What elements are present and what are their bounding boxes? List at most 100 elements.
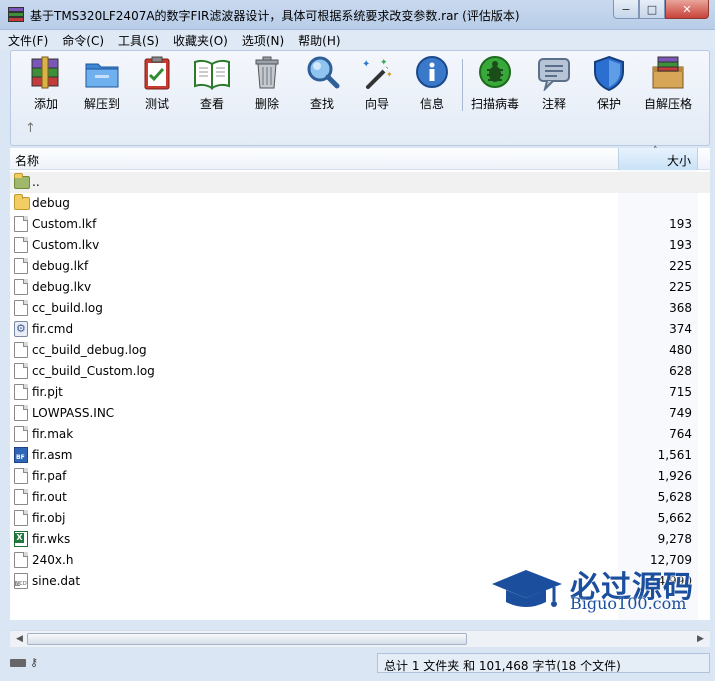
add-button[interactable]: 添加	[18, 55, 74, 112]
minimize-button[interactable]: −	[613, 0, 639, 19]
file-row[interactable]: cc_build.log 368	[10, 298, 710, 319]
file-icon	[14, 384, 28, 400]
scroll-left-icon[interactable]: ◀	[12, 632, 27, 647]
bug-icon	[476, 55, 514, 91]
find-button[interactable]: 查找	[294, 55, 350, 112]
horizontal-scrollbar[interactable]: ◀ ▶	[10, 630, 710, 647]
winrar-app-icon[interactable]	[8, 7, 24, 23]
file-row[interactable]: fir.mak 764	[10, 424, 710, 445]
file-row[interactable]: fir.obj 5,662	[10, 508, 710, 529]
file-list-header: 名称 ˄ 大小	[10, 146, 710, 170]
file-row[interactable]: debug.lkv 225	[10, 277, 710, 298]
file-name: ..	[32, 175, 40, 189]
file-name: fir.out	[32, 490, 67, 504]
file-size: 5,662	[657, 511, 692, 525]
sort-ascending-icon: ˄	[653, 146, 658, 156]
window-controls: − □ ✕	[613, 0, 709, 20]
window-title: 基于TMS320LF2407A的数字FIR滤波器设计，具体可根据系统要求改变参数…	[30, 9, 520, 23]
file-name: cc_build.log	[32, 301, 103, 315]
virus-scan-label: 扫描病毒	[470, 97, 519, 111]
file-row[interactable]: cc_build_Custom.log 628	[10, 361, 710, 382]
svg-text:✦: ✦	[380, 58, 388, 68]
file-row[interactable]: fir.cmd 374	[10, 319, 710, 340]
sfx-label: 自解压格	[643, 97, 692, 111]
key-icon[interactable]: ⚷	[30, 657, 44, 669]
file-row[interactable]: Custom.lkv 193	[10, 235, 710, 256]
test-button[interactable]: 测试	[129, 55, 185, 112]
sfx-button[interactable]: 自解压格	[640, 55, 696, 112]
file-icon	[14, 510, 28, 526]
file-row[interactable]: fir.out 5,628	[10, 487, 710, 508]
delete-button[interactable]: 删除	[239, 55, 295, 112]
menu-tools[interactable]: 工具(S)	[118, 32, 159, 49]
drive-icon[interactable]	[10, 659, 26, 667]
maximize-button[interactable]: □	[639, 0, 665, 19]
file-icon	[14, 279, 28, 295]
watermark: 必过源码 Biguo100.com	[490, 562, 700, 622]
column-size-label: 大小	[666, 154, 691, 168]
file-size: 1,926	[657, 469, 692, 483]
up-one-level-button[interactable]: ↑	[25, 121, 36, 136]
virus-scan-button[interactable]: 扫描病毒	[467, 55, 523, 112]
text-file-icon	[14, 342, 28, 358]
file-icon	[14, 552, 28, 568]
file-row[interactable]: debug.lkf 225	[10, 256, 710, 277]
text-file-icon	[14, 300, 28, 316]
close-button[interactable]: ✕	[665, 0, 709, 19]
file-row[interactable]: LOWPASS.INC 749	[10, 403, 710, 424]
file-name: debug.lkf	[32, 259, 89, 273]
file-name: fir.cmd	[32, 322, 74, 336]
column-name[interactable]: 名称	[15, 152, 39, 169]
view-label: 查看	[199, 97, 224, 111]
file-name: cc_build_Custom.log	[32, 364, 155, 378]
menu-favorites[interactable]: 收藏夹(O)	[173, 32, 228, 49]
delete-label: 删除	[254, 97, 279, 111]
scroll-right-icon[interactable]: ▶	[693, 632, 708, 647]
menu-options[interactable]: 选项(N)	[242, 32, 284, 49]
excel-file-icon	[14, 531, 28, 547]
scroll-thumb[interactable]	[27, 633, 467, 645]
file-size: 9,278	[657, 532, 692, 546]
file-icon	[14, 258, 28, 274]
test-clipboard-icon	[138, 55, 176, 91]
menu-help[interactable]: 帮助(H)	[298, 32, 340, 49]
info-button[interactable]: 信息	[404, 55, 460, 112]
wizard-label: 向导	[364, 97, 389, 111]
info-icon	[413, 55, 451, 91]
menu-file[interactable]: 文件(F)	[8, 32, 48, 49]
view-button[interactable]: 查看	[184, 55, 240, 112]
status-summary-box: 总计 1 文件夹 和 101,468 字节(18 个文件)	[377, 653, 710, 673]
file-row[interactable]: fir.wks 9,278	[10, 529, 710, 550]
file-size: 628	[669, 364, 692, 378]
file-name: 240x.h	[32, 553, 74, 567]
toolbar-separator	[462, 59, 463, 111]
add-archive-icon	[27, 55, 65, 91]
file-row-parent[interactable]: ..	[10, 172, 710, 193]
text-file-icon	[14, 363, 28, 379]
column-size[interactable]: ˄ 大小	[618, 146, 698, 170]
add-label: 添加	[33, 97, 58, 111]
file-icon	[14, 405, 28, 421]
comment-button[interactable]: 注释	[526, 55, 582, 112]
file-name: Custom.lkf	[32, 217, 97, 231]
wizard-button[interactable]: ✦ ✦ ✦ 向导	[349, 55, 405, 112]
file-row[interactable]: fir.asm 1,561	[10, 445, 710, 466]
view-book-icon	[193, 55, 231, 91]
extract-to-button[interactable]: 解压到	[74, 55, 130, 112]
file-row[interactable]: fir.paf 1,926	[10, 466, 710, 487]
file-row[interactable]: Custom.lkf 193	[10, 214, 710, 235]
file-row[interactable]: fir.pjt 715	[10, 382, 710, 403]
protect-button[interactable]: 保护	[581, 55, 637, 112]
file-name: fir.asm	[32, 448, 73, 462]
file-name: debug.lkv	[32, 280, 92, 294]
protect-label: 保护	[596, 97, 621, 111]
magnifier-icon	[303, 55, 341, 91]
file-row[interactable]: debug	[10, 193, 710, 214]
test-label: 测试	[144, 97, 169, 111]
file-icon	[14, 216, 28, 232]
file-row[interactable]: cc_build_debug.log 480	[10, 340, 710, 361]
find-label: 查找	[309, 97, 334, 111]
parent-folder-icon	[14, 173, 30, 189]
vcd-file-icon	[14, 573, 28, 589]
menu-commands[interactable]: 命令(C)	[62, 32, 104, 49]
